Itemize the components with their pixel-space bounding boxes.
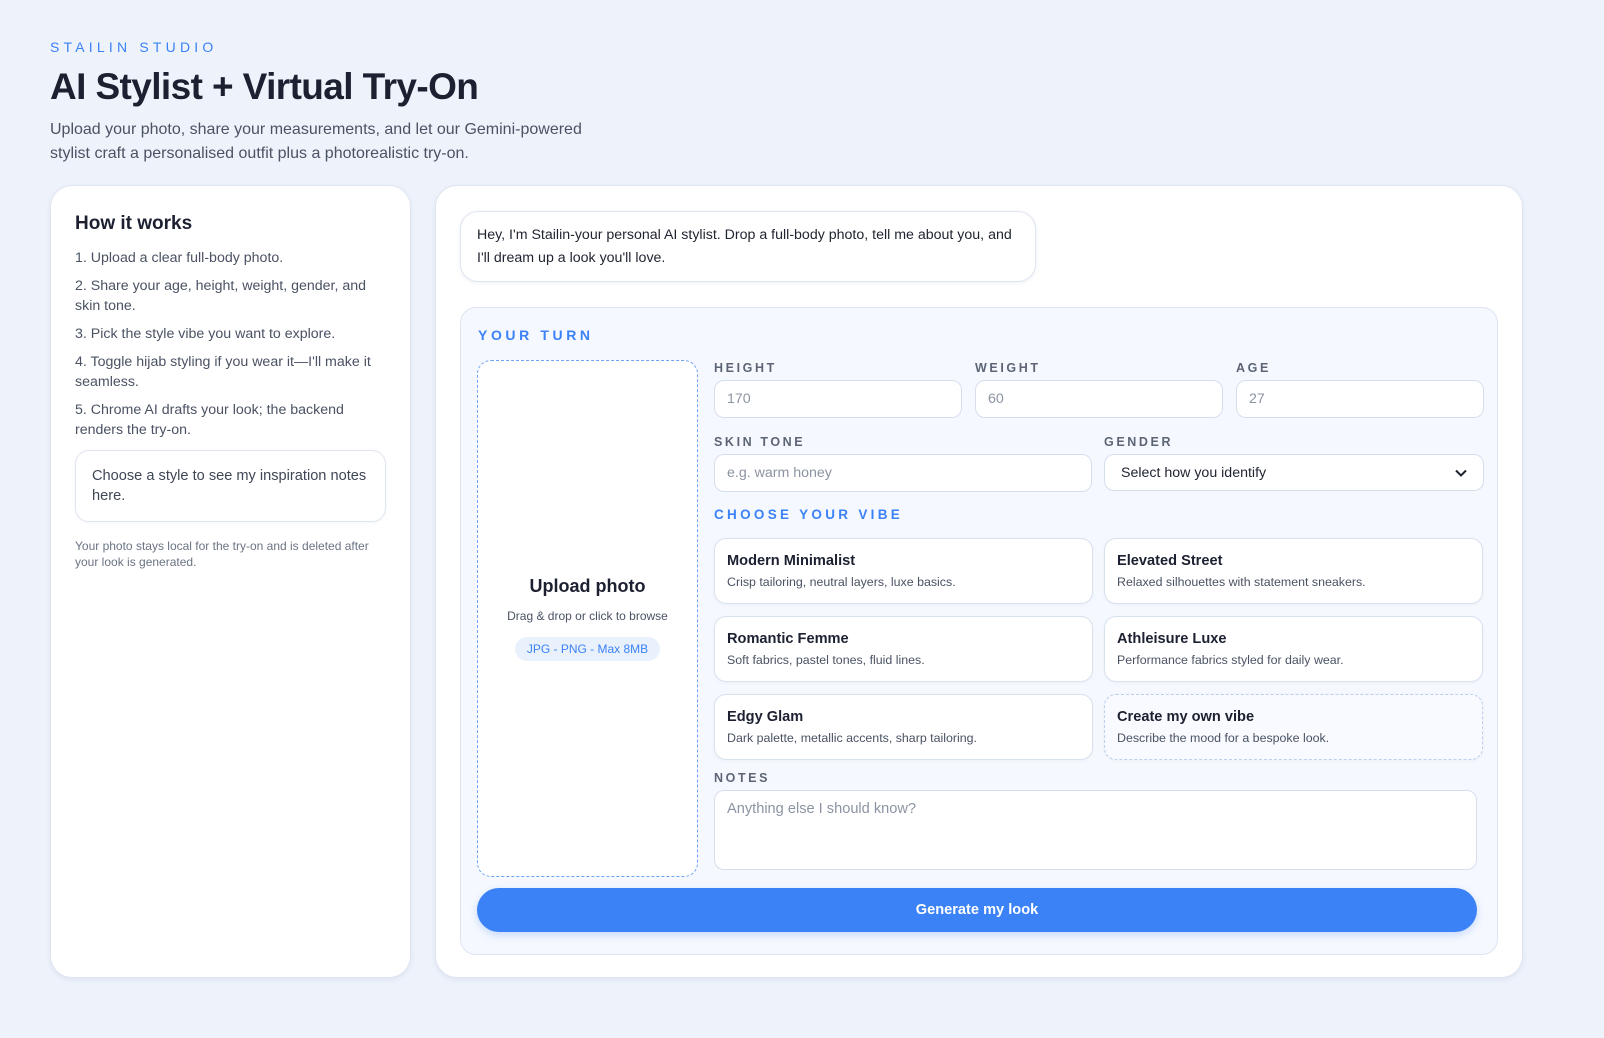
skin-tone-label: SKIN TONE xyxy=(714,435,806,449)
vibe-description: Crisp tailoring, neutral layers, luxe ba… xyxy=(727,575,956,589)
step-item: 5. Chrome AI drafts your look; the backe… xyxy=(75,402,344,438)
skin-tone-input[interactable] xyxy=(714,454,1092,492)
vibe-title: Create my own vibe xyxy=(1117,709,1255,725)
vibe-description: Dark palette, metallic accents, sharp ta… xyxy=(727,731,977,745)
page-subtitle: Upload your photo, share your measuremen… xyxy=(50,121,582,162)
vibe-option-elevated-street[interactable]: Elevated Street Relaxed silhouettes with… xyxy=(1104,538,1483,604)
vibe-option-modern-minimalist[interactable]: Modern Minimalist Crisp tailoring, neutr… xyxy=(714,538,1093,604)
stylist-card: Hey, I'm Stailin-your personal AI stylis… xyxy=(435,185,1523,978)
gender-select-value: Select how you identify xyxy=(1121,464,1267,481)
vibe-title: Athleisure Luxe xyxy=(1117,631,1227,647)
step-item: 4. Toggle hijab styling if you wear it—I… xyxy=(75,354,371,390)
vibe-option-create-own[interactable]: Create my own vibe Describe the mood for… xyxy=(1104,694,1483,760)
choose-vibe-label: CHOOSE YOUR VIBE xyxy=(714,507,904,522)
height-input[interactable] xyxy=(714,380,962,418)
notes-textarea[interactable] xyxy=(714,790,1477,870)
vibe-description: Relaxed silhouettes with statement sneak… xyxy=(1117,575,1366,589)
notes-label: NOTES xyxy=(714,771,771,785)
chevron-down-icon xyxy=(1455,466,1467,480)
generate-look-button[interactable]: Generate my look xyxy=(477,888,1477,932)
vibe-description: Soft fabrics, pastel tones, fluid lines. xyxy=(727,653,925,667)
vibe-title: Romantic Femme xyxy=(727,631,849,647)
vibe-title: Elevated Street xyxy=(1117,553,1223,569)
upload-format-badge: JPG - PNG - Max 8MB xyxy=(514,637,661,661)
page-header: STAILIN STUDIO AI Stylist + Virtual Try-… xyxy=(50,38,670,166)
gender-select[interactable]: Select how you identify xyxy=(1104,454,1484,491)
brand-label: STAILIN STUDIO xyxy=(50,39,218,55)
privacy-note: Your photo stays local for the try-on an… xyxy=(75,539,369,569)
photo-upload-dropzone[interactable]: Upload photo Drag & drop or click to bro… xyxy=(477,360,698,877)
vibe-description: Performance fabrics styled for daily wea… xyxy=(1117,653,1344,667)
page-title: AI Stylist + Virtual Try-On xyxy=(50,66,479,107)
step-item: 2. Share your age, height, weight, gende… xyxy=(75,278,367,314)
age-input[interactable] xyxy=(1236,380,1484,418)
vibe-description: Describe the mood for a bespoke look. xyxy=(1117,731,1330,745)
age-label: AGE xyxy=(1236,361,1271,375)
inspiration-notes: Choose a style to see my inspiration not… xyxy=(75,450,386,522)
vibe-option-edgy-glam[interactable]: Edgy Glam Dark palette, metallic accents… xyxy=(714,694,1093,760)
step-item: 1. Upload a clear full-body photo. xyxy=(75,250,284,266)
weight-label: WEIGHT xyxy=(975,361,1041,375)
weight-input[interactable] xyxy=(975,380,1223,418)
step-item: 3. Pick the style vibe you want to explo… xyxy=(75,326,336,342)
steps-list: 1. Upload a clear full-body photo. 2. Sh… xyxy=(75,248,386,440)
vibe-title: Edgy Glam xyxy=(727,709,804,725)
height-label: HEIGHT xyxy=(714,361,777,375)
how-it-works-title: How it works xyxy=(75,213,193,234)
upload-subtitle: Drag & drop or click to browse xyxy=(507,609,668,623)
upload-title: Upload photo xyxy=(529,576,646,596)
vibe-option-romantic-femme[interactable]: Romantic Femme Soft fabrics, pastel tone… xyxy=(714,616,1093,682)
vibe-option-athleisure-luxe[interactable]: Athleisure Luxe Performance fabrics styl… xyxy=(1104,616,1483,682)
your-turn-label: YOUR TURN xyxy=(478,327,594,343)
your-turn-panel: YOUR TURN Upload photo Drag & drop or cl… xyxy=(460,307,1498,955)
how-it-works-card: How it works 1. Upload a clear full-body… xyxy=(50,185,411,978)
vibe-title: Modern Minimalist xyxy=(727,553,856,569)
stylist-message-bubble: Hey, I'm Stailin-your personal AI stylis… xyxy=(460,211,1036,282)
gender-label: GENDER xyxy=(1104,435,1174,449)
